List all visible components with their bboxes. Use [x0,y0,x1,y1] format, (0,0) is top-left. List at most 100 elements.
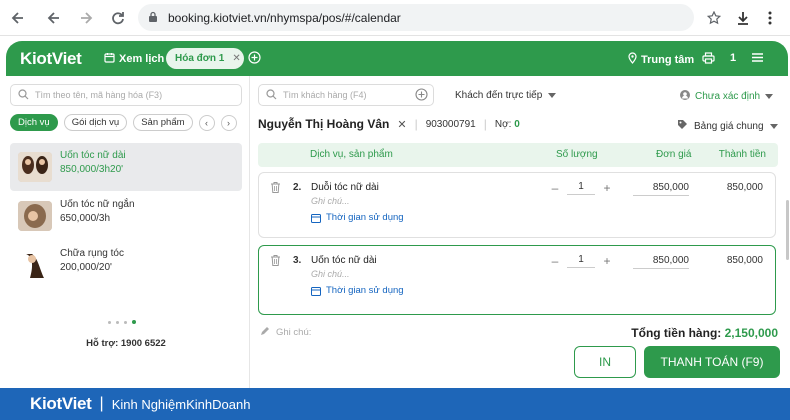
unit-price-input[interactable]: 850,000 [633,255,689,269]
increase-button[interactable]: + [599,254,615,268]
checkout-button[interactable]: THANH TOÁN (F9) [644,346,780,378]
service-price: 200,000/20' [60,262,112,273]
line-number: 2. [293,182,302,193]
scrollbar[interactable] [786,200,789,260]
calendar-icon [104,52,115,66]
chevron-left-icon[interactable]: ‹ [198,114,215,131]
line-number: 3. [293,255,302,266]
lock-icon [148,11,158,26]
divider: | [483,117,487,131]
price-list-label: Bảng giá chung [694,120,764,132]
table-header: Dịch vụ, sản phẩm Số lượng Đơn giá Thành… [258,143,778,167]
tag-icon [677,119,688,133]
decrease-button[interactable]: – [547,181,563,195]
customer-phone: 903000791 [425,118,476,130]
menu-icon[interactable] [752,53,763,62]
print-count: 1 [730,52,737,64]
col-unit-price: Đơn giá [656,149,692,160]
caret-down-icon [769,121,778,132]
customer-type-select[interactable]: Khách đến trực tiếp [455,90,557,101]
debt-label: Nợ: 0 [494,118,520,130]
quantity-value[interactable]: 1 [567,254,595,268]
line-note[interactable]: Ghi chú... [311,269,350,279]
order-note[interactable]: Ghi chú: [260,326,311,339]
calendar-label: Xem lịch [119,53,165,65]
tab-invoice-1[interactable]: Hóa đơn 1 ✕ [166,48,244,69]
customer-search-input[interactable]: Tìm khách hàng (F4) [258,84,434,106]
calendar-icon [311,286,321,296]
back-arrow-icon[interactable] [44,8,64,28]
page-dot[interactable] [116,320,119,324]
service-name: Uốn tóc nữ dài [60,150,126,161]
search-placeholder: Tìm theo tên, mã hàng hóa (F3) [35,90,163,100]
page-dot[interactable] [108,320,111,324]
service-price: 850,000/3h20' [60,164,124,175]
price-list-select[interactable]: Bảng giá chung [677,119,778,133]
line-total: 850,000 [726,255,763,266]
col-total: Thành tiền [718,149,766,160]
reload-icon[interactable] [108,8,128,28]
unit-price-input[interactable]: 850,000 [633,182,689,196]
customer-name[interactable]: Nguyễn Thị Hoàng Vân [258,117,389,131]
back-arrow-icon[interactable] [8,8,28,28]
service-thumbnail [18,201,52,231]
star-icon[interactable] [704,8,724,28]
customer-info: Nguyễn Thị Hoàng Vân ✕ | 903000791 | Nợ:… [258,117,520,131]
service-thumbnail [18,250,52,280]
remove-customer-icon[interactable]: ✕ [397,118,406,131]
col-service: Dịch vụ, sản phẩm [310,149,393,160]
filter-services[interactable]: Dịch vụ [10,114,58,131]
search-icon [18,89,29,103]
staff-select[interactable]: Chưa xác định [680,90,774,103]
line-total: 850,000 [726,182,763,193]
calendar-icon [311,213,321,223]
plus-circle-icon [248,51,261,64]
chevron-right-icon[interactable]: › [220,114,237,131]
service-item[interactable]: Chữa rụng tóc 200,000/20' [10,241,242,289]
page-dot-active[interactable] [132,320,136,324]
increase-button[interactable]: + [599,181,615,195]
add-tab-button[interactable] [248,51,261,64]
location-selector[interactable]: Trung tâm [628,52,694,67]
staff-label: Chưa xác định [695,91,761,102]
line-name: Uốn tóc nữ dài [311,255,377,266]
filter-packages[interactable]: Gói dịch vụ [63,114,128,131]
forward-arrow-icon[interactable] [76,8,96,28]
quantity-stepper: – 1 + [547,181,615,195]
trash-icon[interactable] [271,255,280,269]
service-item[interactable]: Uốn tóc nữ ngắn 650,000/3h [10,192,242,240]
product-search-input[interactable]: Tìm theo tên, mã hàng hóa (F3) [10,84,242,106]
usage-time-link[interactable]: Thời gian sử dụng [311,285,404,296]
decrease-button[interactable]: – [547,254,563,268]
print-button[interactable] [702,52,715,67]
service-item[interactable]: Uốn tóc nữ dài 850,000/3h20' [10,143,242,191]
filter-products[interactable]: Sản phẩm [133,114,193,131]
user-icon [680,90,690,103]
service-price: 650,000/3h [60,213,111,224]
close-tab-icon[interactable]: ✕ [232,53,240,64]
more-vert-icon[interactable] [760,8,780,28]
col-qty: Số lượng [556,149,598,160]
customer-search-placeholder: Tìm khách hàng (F4) [283,90,367,100]
service-thumbnail [18,152,52,182]
page-dot[interactable] [124,320,127,324]
print-invoice-button[interactable]: IN [574,346,636,378]
app-logo: KiotViet [20,49,82,68]
calendar-button[interactable]: Xem lịch [104,52,164,66]
location-pin-icon [628,52,637,67]
usage-time-link[interactable]: Thời gian sử dụng [311,212,404,223]
quantity-value[interactable]: 1 [567,181,595,195]
invoice-panel: Tìm khách hàng (F4) Khách đến trực tiếp … [250,76,788,388]
line-note[interactable]: Ghi chú... [311,196,350,206]
url-text: booking.kiotviet.vn/nhymspa/pos/#/calend… [168,11,401,25]
product-panel: Tìm theo tên, mã hàng hóa (F3) Dịch vụ G… [6,76,250,388]
trash-icon[interactable] [271,182,280,196]
download-icon[interactable] [733,8,753,28]
address-bar[interactable]: booking.kiotviet.vn/nhymspa/pos/#/calend… [138,4,694,31]
pagination-dots [108,320,136,324]
add-customer-icon[interactable] [415,88,428,104]
invoice-line[interactable]: 3. Uốn tóc nữ dài Ghi chú... Thời gian s… [258,245,776,315]
location-label: Trung tâm [641,53,695,66]
invoice-line[interactable]: 2. Duỗi tóc nữ dài Ghi chú... Thời gian … [258,172,776,238]
divider: | [99,395,104,412]
